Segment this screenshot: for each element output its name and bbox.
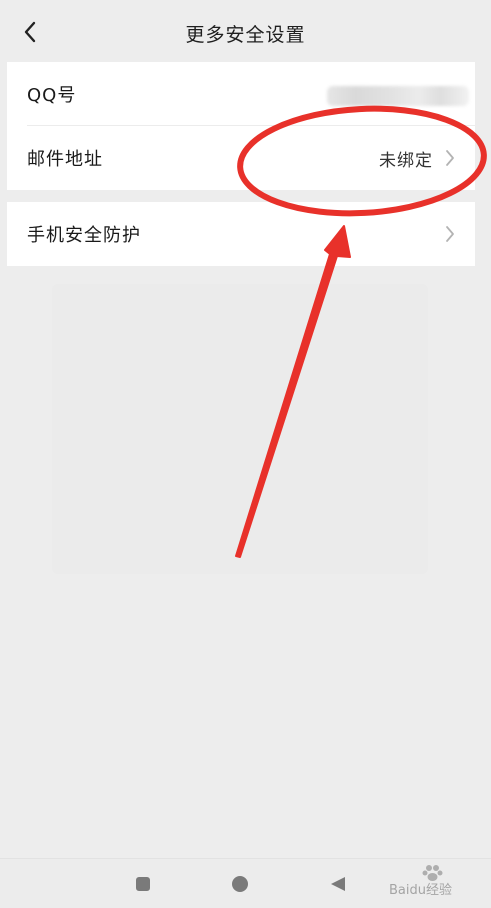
page-title: 更多安全设置 — [185, 24, 306, 46]
system-back-button[interactable] — [327, 873, 349, 895]
recent-apps-button[interactable] — [132, 873, 154, 895]
circle-icon — [232, 876, 248, 892]
svg-text:Baidu经验: Baidu经验 — [389, 882, 452, 898]
header-bar: 更多安全设置 — [0, 0, 491, 62]
account-info-card: QQ号 邮件地址 未绑定 — [7, 62, 475, 190]
triangle-back-icon — [331, 877, 345, 891]
email-status-value: 未绑定 — [379, 150, 433, 171]
phone-protection-card: 手机安全防护 — [7, 202, 475, 266]
chevron-right-icon — [446, 226, 454, 242]
qq-number-row[interactable]: QQ号 — [7, 62, 475, 126]
baidu-watermark-logo: Baidu经验 — [389, 865, 452, 898]
square-icon — [136, 877, 150, 891]
qq-number-label: QQ号 — [27, 85, 77, 106]
phone-protection-label: 手机安全防护 — [27, 225, 141, 246]
home-button[interactable] — [229, 873, 251, 895]
chevron-right-icon — [446, 150, 454, 166]
qq-number-redacted-value — [327, 86, 469, 106]
email-address-row[interactable]: 邮件地址 未绑定 — [7, 126, 475, 190]
email-address-label: 邮件地址 — [27, 149, 103, 170]
background-panel — [52, 284, 428, 574]
phone-protection-row[interactable]: 手机安全防护 — [7, 202, 475, 266]
